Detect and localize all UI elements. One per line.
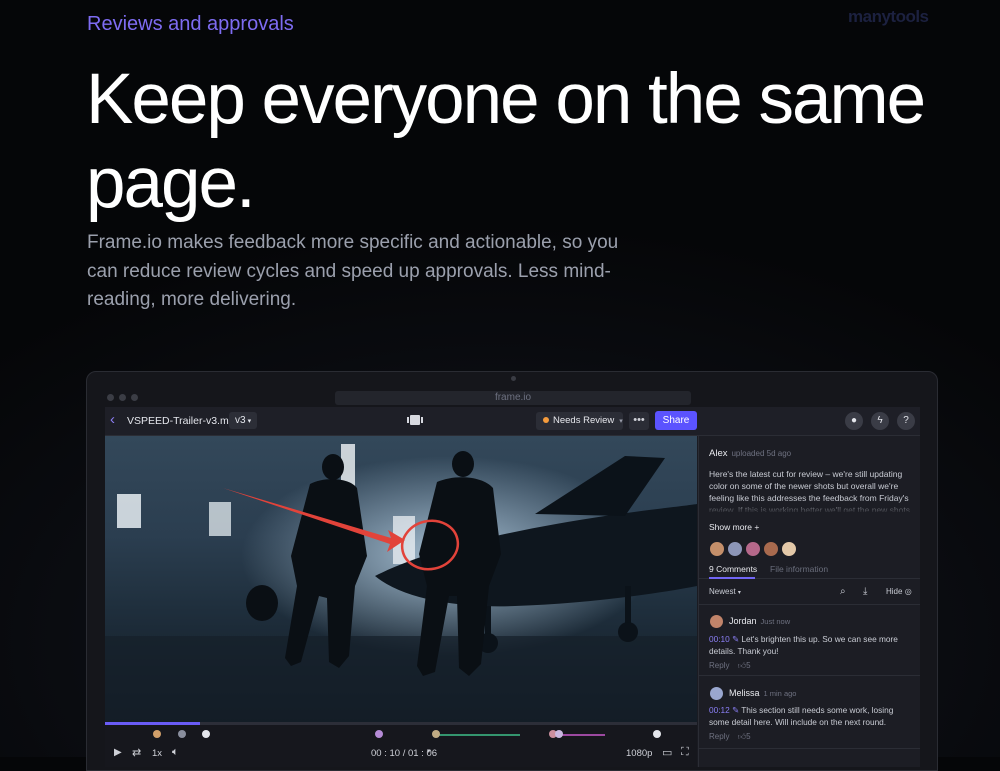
hide-label: Hide [886, 587, 903, 596]
like-count: 5 [746, 732, 751, 741]
reply-button[interactable]: Reply [709, 732, 729, 741]
window-close-dot[interactable] [107, 394, 114, 401]
eyebrow-label: Reviews and approvals [87, 13, 294, 35]
reply-button[interactable]: Reply [709, 661, 729, 670]
avatar [710, 615, 723, 628]
marker-avatar[interactable] [153, 730, 161, 738]
speed-button[interactable]: 1x [152, 748, 162, 759]
window-minimize-dot[interactable] [119, 394, 126, 401]
like-icon[interactable]: 👍︎ [738, 661, 746, 670]
chevron-down-icon: ▾ [737, 590, 741, 596]
version-dropdown[interactable]: v3 ▾ [229, 412, 258, 429]
video-frame[interactable] [105, 436, 697, 722]
comment-author: Jordan Just now [729, 616, 790, 626]
video-still-image [105, 436, 697, 722]
comment-item[interactable]: Jordan Just now 00:10 ✎ Let's brighten th… [699, 605, 920, 676]
status-dropdown[interactable]: Needs Review ▾ [536, 412, 623, 430]
marker-avatar[interactable] [432, 730, 440, 738]
comment-text: 00:10 ✎ Let's brighten this up. So we ca… [709, 633, 915, 657]
check-circle-icon: ◎ [904, 587, 912, 596]
play-icon[interactable]: ▶ [114, 747, 122, 758]
comment-timestamp[interactable]: 00:12 [709, 705, 730, 715]
pen-icon: ✎ [732, 705, 740, 715]
comment-author-name: Melissa [729, 688, 760, 698]
film-strip-icon[interactable] [407, 414, 423, 426]
download-icon[interactable]: ⤓ [863, 586, 867, 597]
search-icon[interactable]: ⌕ [840, 586, 846, 597]
like-count: 5 [746, 661, 751, 670]
window-maximize-dot[interactable] [131, 394, 138, 401]
camera-dot [511, 376, 516, 381]
comment-author: Melissa 1 min ago [729, 688, 796, 698]
more-options-button[interactable]: ••• [629, 412, 649, 430]
like-icon[interactable]: 👍︎ [738, 732, 746, 741]
file-name: VSPEED-Trailer-v3.mp4 [127, 415, 241, 427]
quality-button[interactable]: 1080p [626, 748, 652, 759]
avatar [710, 687, 723, 700]
sidebar-tabs: 9 Comments File information [699, 560, 920, 579]
comments-sidebar: Alex uploaded 5d ago Here's the latest cu… [698, 436, 920, 767]
comment-text: 00:12 ✎ This section still needs some wo… [709, 704, 915, 728]
description-fade [709, 500, 914, 514]
comment-author-name: Jordan [729, 616, 757, 626]
upload-meta: uploaded 5d ago [731, 449, 792, 458]
back-chevron-icon[interactable]: ‹ [110, 412, 124, 428]
watermark-logo: manytools [848, 7, 929, 26]
avatar[interactable] [709, 541, 725, 557]
bolt-icon[interactable]: ϟ [871, 412, 889, 430]
avatar[interactable] [763, 541, 779, 557]
help-icon[interactable]: ? [897, 412, 915, 430]
marker-avatar[interactable] [202, 730, 210, 738]
sort-dropdown[interactable]: Newest ▾ [709, 587, 741, 596]
status-dot-icon [543, 417, 549, 423]
version-label: v3 [235, 415, 246, 426]
comment-item[interactable]: Melissa 1 min ago 00:12 ✎ This section st… [699, 676, 920, 749]
avatar[interactable] [745, 541, 761, 557]
viewer-avatars [709, 541, 797, 557]
window-controls [107, 394, 138, 401]
page-subtext: Frame.io makes feedback more specific an… [87, 232, 619, 310]
tab-file-information[interactable]: File information [770, 564, 828, 574]
timecode-chevron-icon[interactable]: ▾ [427, 747, 431, 755]
laptop-frame: frame.io ‹ VSPEED-Trailer-v3.mp4 v3 ▾ Nee… [86, 371, 938, 771]
comment-markers-track [153, 730, 661, 738]
comment-actions: Reply 👍︎5 [709, 732, 751, 742]
uploader-line: Alex uploaded 5d ago [709, 448, 791, 459]
active-tab-indicator [709, 577, 755, 579]
status-label: Needs Review [553, 415, 615, 426]
marker-avatar[interactable] [375, 730, 383, 738]
hide-button[interactable]: Hide ◎ [886, 587, 912, 596]
page-headline: Keep everyone on the same page. [86, 60, 926, 223]
app-topbar: ‹ VSPEED-Trailer-v3.mp4 v3 ▾ Needs Review… [105, 407, 920, 436]
fullscreen-icon[interactable]: ⛶ [681, 746, 689, 759]
chevron-down-icon: ▾ [619, 418, 623, 425]
marker-avatar[interactable] [555, 730, 563, 738]
theater-icon[interactable]: ▭ [662, 746, 672, 759]
tab-comments[interactable]: 9 Comments [709, 564, 757, 574]
avatar[interactable] [781, 541, 797, 557]
comment-timestamp[interactable]: 00:10 [709, 634, 730, 644]
comment-filter-row: Newest ▾ ⌕ ⤓ Hide ◎ [699, 580, 920, 605]
uploader-name: Alex [709, 448, 728, 459]
avatar[interactable] [727, 541, 743, 557]
comment-time: Just now [760, 617, 791, 626]
pen-icon: ✎ [732, 634, 740, 644]
volume-icon[interactable]: 🔈︎ [172, 746, 179, 759]
url-bar[interactable]: frame.io [335, 391, 691, 405]
sort-label: Newest [709, 587, 736, 596]
frameio-app: ‹ VSPEED-Trailer-v3.mp4 v3 ▾ Needs Review… [105, 407, 920, 767]
loop-icon[interactable]: ⇄ [132, 746, 141, 759]
marker-avatar[interactable] [653, 730, 661, 738]
user-icon[interactable]: ● [845, 412, 863, 430]
marker-avatar[interactable] [178, 730, 186, 738]
show-more-link[interactable]: Show more + [709, 522, 759, 532]
comment-time: 1 min ago [763, 689, 797, 698]
player-controls: ▶ ⇄ 1x 🔈︎ 00 : 10 / 01 : 06 ▾ 1080p ▭ ⛶ [105, 725, 697, 767]
share-button[interactable]: Share [655, 411, 697, 430]
comment-actions: Reply 👍︎5 [709, 661, 751, 671]
chevron-down-icon: ▾ [247, 418, 252, 425]
